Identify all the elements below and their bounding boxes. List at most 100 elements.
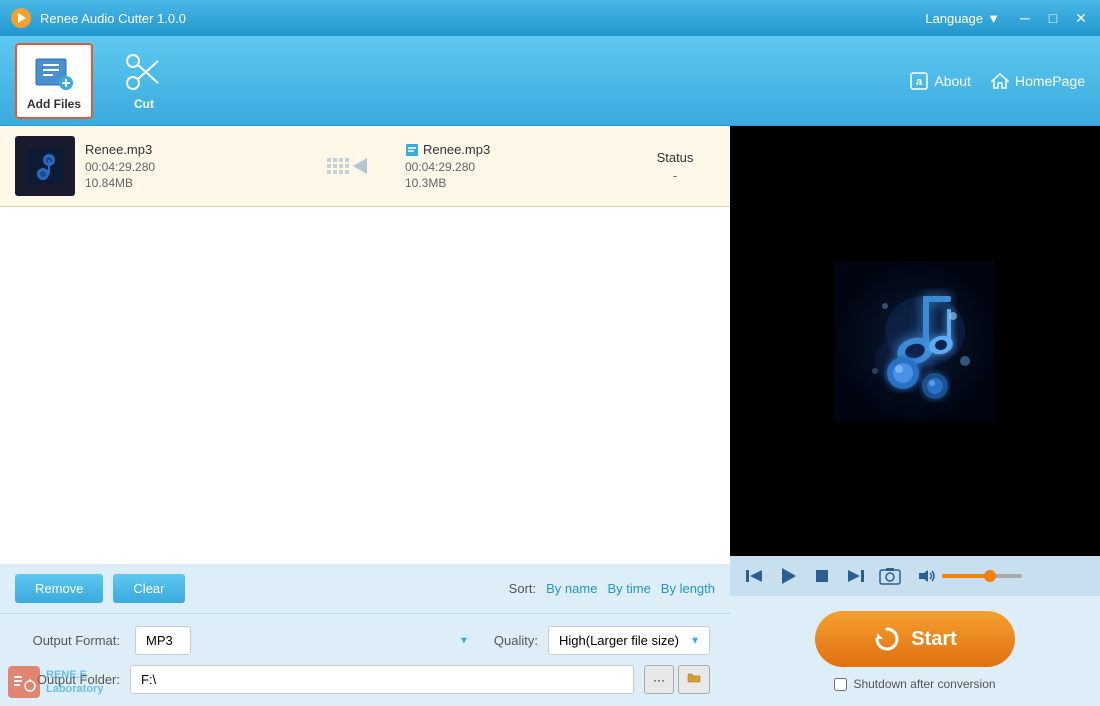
about-icon: a [910,72,928,90]
stop-button[interactable] [810,564,834,588]
file-name: Renee.mp3 [85,142,305,157]
clear-button[interactable]: Clear [113,574,184,603]
file-duration: 00:04:29.280 [85,160,305,174]
title-bar-left: Renee Audio Cutter 1.0.0 [10,7,186,29]
refresh-icon [873,625,901,653]
status-value: - [635,168,715,183]
output-size: 10.3MB [405,176,625,190]
left-panel: Renee.mp3 00:04:29.280 10.84MB [0,126,730,706]
file-size: 10.84MB [85,176,305,190]
minimize-button[interactable]: ─ [1016,9,1034,27]
prev-icon [744,566,764,586]
toolbar-right: a About HomePage [910,72,1085,90]
folder-row: Output Folder: F:\ ··· [20,665,710,694]
toolbar: Add Files Cut a About [0,36,1100,126]
music-visualization [835,261,995,421]
edit-icon [405,143,419,157]
folder-buttons: ··· [644,665,710,694]
maximize-button[interactable]: □ [1044,9,1062,27]
app-logo-icon [10,7,32,29]
shutdown-row: Shutdown after conversion [834,677,995,691]
file-thumbnail [15,136,75,196]
format-row: Output Format: MP3 AAC WAV FLAC Quality:… [20,626,710,655]
sort-label: Sort: [509,581,536,596]
output-format-label: Output Format: [20,633,120,648]
output-format-select[interactable]: MP3 AAC WAV FLAC [135,626,191,655]
output-duration: 00:04:29.280 [405,160,625,174]
remove-button[interactable]: Remove [15,574,103,603]
main-content: Renee.mp3 00:04:29.280 10.84MB [0,126,1100,706]
output-info: Renee.mp3 00:04:29.280 10.3MB [405,142,625,190]
cut-icon [123,51,165,93]
camera-icon [879,566,901,586]
add-files-icon [33,51,75,93]
volume-thumb [984,570,996,582]
volume-track[interactable] [942,574,1022,578]
next-button[interactable] [844,564,868,588]
quality-label: Quality: [494,633,538,648]
next-icon [846,566,866,586]
open-folder-button[interactable] [678,665,710,694]
about-link[interactable]: a About [910,72,971,90]
screenshot-button[interactable] [878,564,902,588]
browse-button[interactable]: ··· [644,665,674,694]
preview-area [730,126,1100,556]
start-area: Start Shutdown after conversion [730,596,1100,706]
shutdown-label: Shutdown after conversion [853,677,995,691]
language-button[interactable]: Language ▼ [925,11,1000,26]
prev-button[interactable] [742,564,766,588]
home-icon [991,72,1009,90]
bottom-controls: Remove Clear Sort: By name By time By le… [0,564,730,613]
folder-icon [687,671,701,685]
add-files-button[interactable]: Add Files [15,43,93,119]
watermark: RENE.E Laboratory [8,666,103,698]
output-name: Renee.mp3 [405,142,625,157]
table-row: Renee.mp3 00:04:29.280 10.84MB [0,126,730,207]
shutdown-checkbox[interactable] [834,678,847,691]
settings-area: Output Format: MP3 AAC WAV FLAC Quality:… [0,613,730,706]
app-title: Renee Audio Cutter 1.0.0 [40,11,186,26]
right-panel: Start Shutdown after conversion [730,126,1100,706]
start-label: Start [911,628,957,651]
toolbar-left: Add Files Cut [15,43,175,119]
volume-icon [918,568,936,584]
title-bar: Renee Audio Cutter 1.0.0 Language ▼ ─ □ … [0,0,1100,36]
language-dropdown-icon: ▼ [987,11,1000,26]
sort-by-name[interactable]: By name [546,581,597,596]
sort-by-time[interactable]: By time [607,581,650,596]
watermark-line2: Laboratory [46,682,103,696]
watermark-icon [8,666,40,698]
play-button[interactable] [776,564,800,588]
status-label: Status [635,150,715,165]
cut-label: Cut [134,97,154,111]
homepage-label: HomePage [1015,73,1085,89]
stop-icon [812,566,832,586]
arrow-icon [325,154,385,178]
language-label: Language [925,11,983,26]
start-button[interactable]: Start [815,611,1015,667]
volume-control [918,568,1022,584]
quality-select[interactable]: High(Larger file size) Medium Low [548,626,710,655]
file-info: Renee.mp3 00:04:29.280 10.84MB [85,142,305,190]
close-button[interactable]: ✕ [1072,9,1090,27]
brand-icon [10,668,38,696]
sort-by-length[interactable]: By length [661,581,715,596]
sort-area: Sort: By name By time By length [509,581,715,596]
window-controls: ─ □ ✕ [1016,9,1090,27]
output-format-wrapper: MP3 AAC WAV FLAC [135,626,479,655]
homepage-link[interactable]: HomePage [991,72,1085,90]
volume-fill [942,574,990,578]
audio-file-icon [27,148,63,184]
add-files-label: Add Files [27,97,81,111]
output-folder-input[interactable]: F:\ [130,665,634,694]
svg-text:a: a [916,76,923,88]
quality-select-wrapper: High(Larger file size) Medium Low [548,626,710,655]
cut-button[interactable]: Cut [113,45,175,117]
title-bar-right: Language ▼ ─ □ ✕ [925,9,1090,27]
arrow-area [315,154,395,178]
player-controls [730,556,1100,596]
play-icon [777,565,799,587]
watermark-line1: RENE.E [46,668,103,682]
quality-wrapper: Quality: High(Larger file size) Medium L… [494,626,710,655]
about-label: About [934,73,971,89]
